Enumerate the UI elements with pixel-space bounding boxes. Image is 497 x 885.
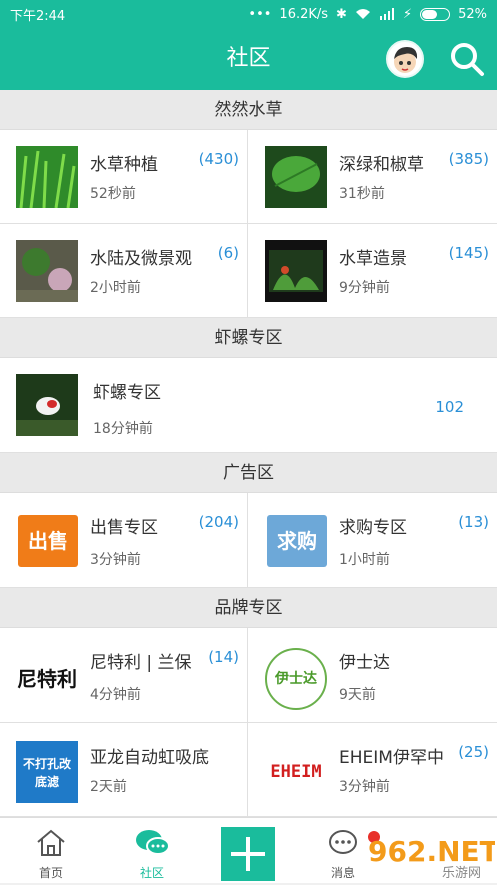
forum-name: 尼特利 | 兰保 [90,653,192,673]
leaf-thumbnail [265,146,327,208]
watermark-text: 962.NET [368,835,495,868]
status-bar: 下午2:44 ••• 16.2K/s ✱ ⚡ 52% [0,0,497,28]
forum-item-f3[interactable]: 水陆及微景观 2小时前 (6) [0,224,248,317]
forum-name: 深绿和椒草 [339,155,424,175]
section-header-brands: 品牌专区 [0,588,497,628]
forum-count: (13) [458,513,489,531]
avatar[interactable] [386,40,424,78]
forum-time: 9分钟前 [339,280,390,296]
forum-count: (6) [217,244,239,262]
forum-name: 虾螺专区 [93,383,161,403]
message-icon [329,830,357,854]
forum-name: 伊士达 [339,653,390,673]
forum-time: 31秒前 [339,186,385,202]
forum-time: 3分钟前 [339,779,390,795]
watermark-logo-icon: 962.NET 乐游网 [368,831,497,881]
buy-badge-icon: 求购 [267,515,327,567]
forum-item-f4[interactable]: 水草造景 9分钟前 (145) [249,224,497,317]
forum-item-f2[interactable]: 深绿和椒草 31秒前 (385) [249,130,497,223]
forum-time: 9天前 [339,687,376,703]
watermark-sub: 乐游网 [442,866,481,880]
title-bar: 社区 [0,28,497,90]
forum-time: 2小时前 [90,280,141,296]
shrimp-thumbnail [16,374,78,436]
forum-time: 52秒前 [90,186,136,202]
wifi-icon [355,9,370,19]
forum-name: 求购专区 [339,518,407,538]
home-icon [37,829,65,856]
forum-time: 1小时前 [339,552,390,568]
forum-row: 尼特利 尼特利 | 兰保 4分钟前 (14) 伊士达 伊士达 9天前 [0,628,497,723]
forum-item-f7[interactable]: 求购 求购专区 1小时前 (13) [249,493,497,587]
aquatic-grass-thumbnail [16,146,78,208]
forum-row: 水草种植 52秒前 (430) 深绿和椒草 31秒前 (385) [0,130,497,224]
forum-name: 水草种植 [90,155,158,175]
forum-time: 4分钟前 [90,687,141,703]
forum-row: 虾螺专区 18分钟前 102 [0,358,497,453]
forum-item-f11[interactable]: EHEIM EHEIM伊罕中 3分钟前 (25) [249,723,497,816]
forum-count: (25) [458,743,489,761]
forum-time: 18分钟前 [93,421,153,437]
eheim-logo-icon: EHEIM [265,741,327,803]
tab-label: 首页 [38,866,63,880]
forum-item-f5[interactable]: 虾螺专区 18分钟前 102 [0,358,497,452]
tab-home[interactable]: 首页 [11,818,91,884]
forum-count: (204) [198,513,239,531]
forum-count: 102 [435,398,464,416]
forum-row: 不打孔改底滤 亚龙自动虹吸底 2天前 EHEIM EHEIM伊罕中 3分钟前 (… [0,723,497,817]
forum-name: 出售专区 [90,518,158,538]
forum-item-f6[interactable]: 出售 出售专区 3分钟前 (204) [0,493,248,587]
watermark: 962.NET 乐游网 [360,825,497,881]
sell-badge-icon: 出售 [18,515,78,567]
forum-name: EHEIM伊罕中 [339,748,444,768]
forum-name: 水陆及微景观 [90,249,192,269]
battery-icon [420,7,451,21]
section-header-shrimp: 虾螺专区 [0,318,497,358]
siphon-logo-icon: 不打孔改底滤 [16,741,78,803]
network-speed: 16.2K/s [279,6,329,22]
charging-icon: ⚡ [402,6,413,22]
plus-icon [231,837,265,871]
nitely-logo-icon: 尼特利 [16,648,78,710]
istar-logo-icon: 伊士达 [265,648,327,710]
forum-count: (430) [198,150,239,168]
forum-row: 出售 出售专区 3分钟前 (204) 求购 求购专区 1小时前 (13) [0,493,497,588]
section-header-ranran: 然然水草 [0,90,497,130]
forum-count: (14) [208,648,239,666]
search-icon [451,43,484,76]
forum-item-f1[interactable]: 水草种植 52秒前 (430) [0,130,248,223]
forum-name: 水草造景 [339,249,407,269]
new-post-button[interactable] [221,827,275,881]
tab-label: 社区 [139,866,164,880]
status-time: 下午2:44 [10,8,66,24]
terrarium-thumbnail [16,240,78,302]
tab-community[interactable]: 社区 [112,818,192,884]
forum-item-f9[interactable]: 伊士达 伊士达 9天前 [249,628,497,722]
signal-icon [379,8,394,20]
forum-row: 水陆及微景观 2小时前 (6) 水草造景 9分钟前 (145) [0,224,497,318]
forum-time: 3分钟前 [90,552,141,568]
battery-percent: 52% [458,6,487,22]
forum-count: (145) [448,244,489,262]
forum-time: 2天前 [90,779,127,795]
search-button[interactable] [448,40,486,78]
forum-item-f10[interactable]: 不打孔改底滤 亚龙自动虹吸底 2天前 [0,723,248,816]
bluetooth-icon: ✱ [336,6,347,22]
forum-name: 亚龙自动虹吸底 [90,748,209,768]
section-header-ads: 广告区 [0,453,497,493]
aquascape-thumbnail [265,240,327,302]
forum-count: (385) [448,150,489,168]
more-dots-icon: ••• [248,6,272,22]
forum-item-f8[interactable]: 尼特利 尼特利 | 兰保 4分钟前 (14) [0,628,248,722]
chat-bubbles-icon [136,830,170,855]
